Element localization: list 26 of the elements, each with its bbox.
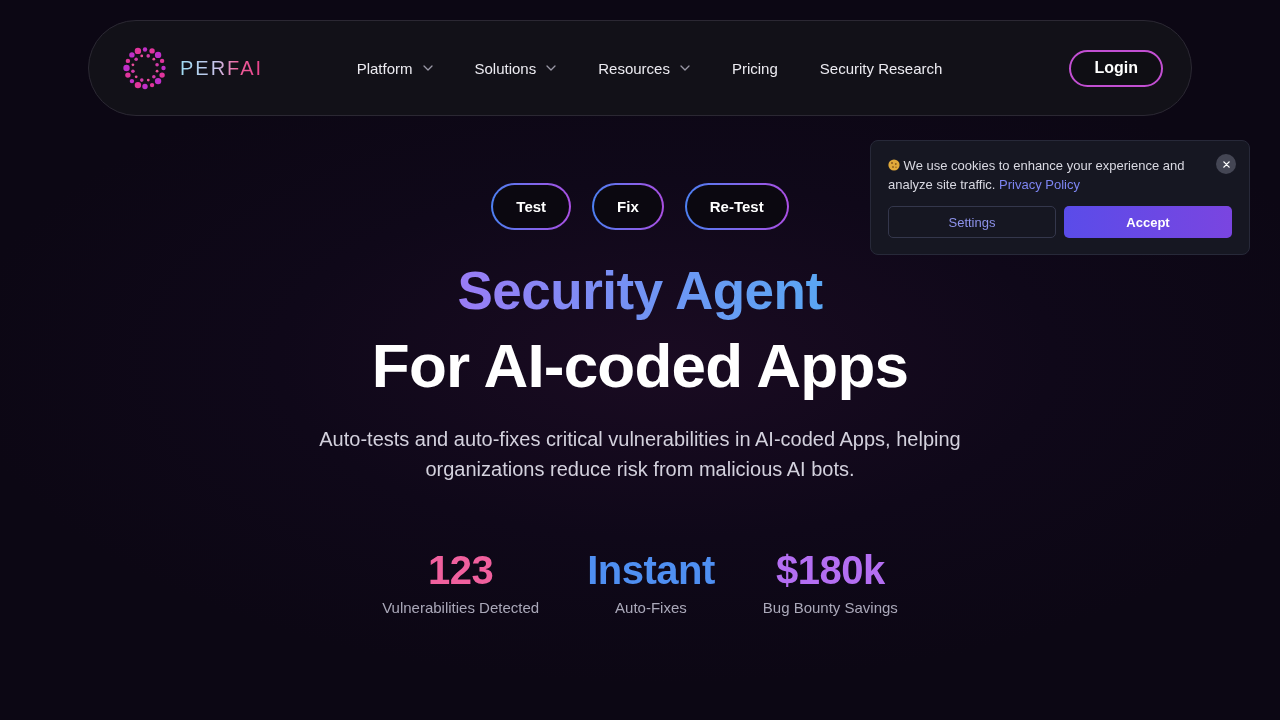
chevron-down-icon xyxy=(679,65,690,71)
stat-label: Auto-Fixes xyxy=(614,598,688,618)
nav-link[interactable]: Solutions xyxy=(474,59,557,77)
chevron-down-icon xyxy=(422,65,433,71)
nav-link[interactable]: Platform xyxy=(356,59,433,77)
nav-link[interactable]: Resources xyxy=(598,59,690,77)
nav-link[interactable]: Security Research xyxy=(819,59,943,77)
chevron-down-icon xyxy=(546,65,557,71)
settings-button[interactable]: Settings xyxy=(888,206,1056,238)
nav-link[interactable]: Pricing xyxy=(731,59,778,77)
stat-label: Vulnerabilities Detected xyxy=(382,598,540,618)
accept-button[interactable]: Accept xyxy=(1064,206,1232,238)
privacy-policy-link[interactable]: Privacy Policy xyxy=(999,177,1080,192)
cookie-icon xyxy=(888,159,900,171)
hero-subtitle: Auto-tests and auto-fixes critical vulnerabilities in AI-coded Apps, helping organizations reduce risk from malicious AI bots. xyxy=(318,427,962,482)
close-icon xyxy=(1222,160,1230,168)
stat-label: Bug Bounty Savings xyxy=(762,598,898,618)
stat-value: Instant xyxy=(587,547,715,594)
stat-value: 123 xyxy=(427,547,495,594)
stat-value: $180k xyxy=(774,547,886,594)
close-button[interactable] xyxy=(1216,154,1236,174)
logo-icon[interactable] xyxy=(122,45,168,91)
hero-title: For AI-coded Apps xyxy=(371,330,909,402)
tag-button[interactable]: Fix xyxy=(592,183,664,230)
login-button[interactable]: Login xyxy=(1069,49,1163,87)
cookie-message: We use cookies to enhance your experience and analyze site traffic. Privacy Policy xyxy=(888,157,1186,194)
